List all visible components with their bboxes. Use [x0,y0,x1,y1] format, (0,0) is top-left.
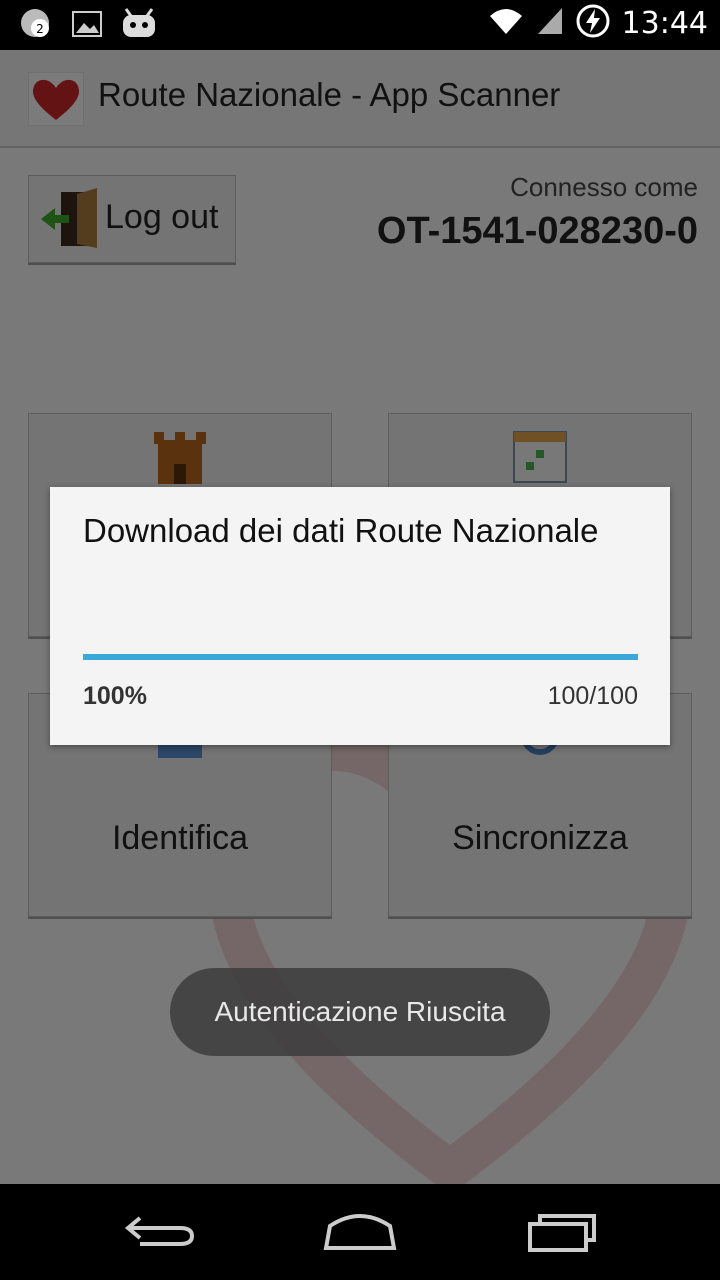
battery-charging-icon [576,4,610,42]
progress-bar [83,654,638,660]
navigation-bar [0,1184,720,1280]
image-icon [72,11,102,41]
cyanogen-icon [120,7,158,45]
system-icons: 13:44 [488,4,708,42]
toast-message: Autenticazione Riuscita [170,968,550,1056]
toast-text: Autenticazione Riuscita [214,996,506,1027]
chat-notification-icon: 2 [18,6,54,46]
notification-icons: 2 [18,6,158,46]
clock: 13:44 [621,5,708,41]
dialog-title: Download dei dati Route Nazionale [83,512,599,549]
progress-percent: 100% [83,682,147,710]
signal-icon [536,6,564,40]
recent-apps-icon [528,1214,596,1252]
back-button[interactable] [120,1204,200,1260]
progress-bar-fill [83,654,638,660]
back-arrow-icon [124,1216,195,1246]
progress-count: 100/100 [547,682,638,710]
home-button[interactable] [320,1204,400,1260]
wifi-icon [488,6,524,40]
recent-apps-button[interactable] [522,1204,602,1260]
home-icon [323,1214,397,1250]
svg-text:2: 2 [36,22,44,36]
download-progress-dialog: Download dei dati Route Nazionale 100% 1… [50,487,670,745]
status-bar: 2 13:44 [0,0,720,50]
